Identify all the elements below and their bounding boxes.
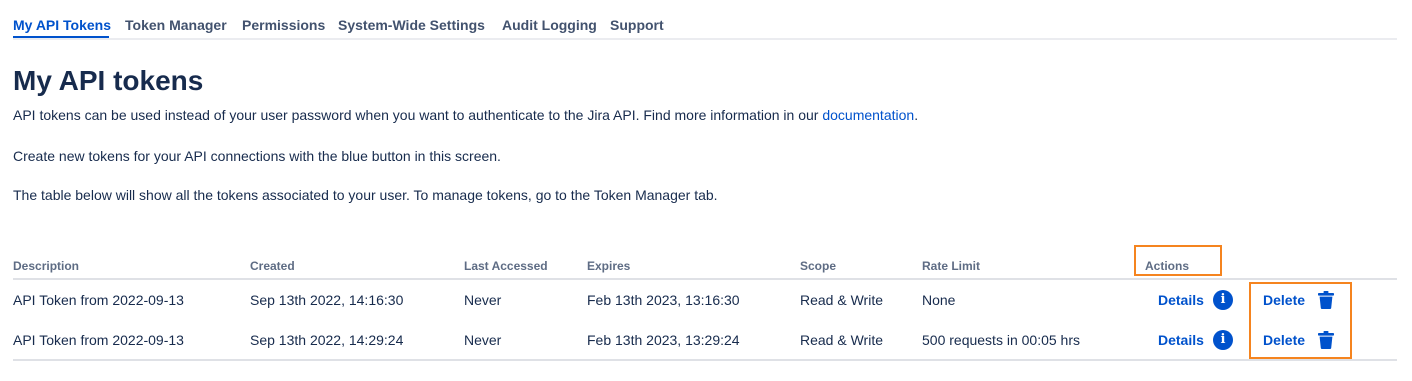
header-expires: Expires <box>587 259 631 273</box>
cell-created: Sep 13th 2022, 14:16:30 <box>250 292 404 308</box>
actions-header-highlight <box>1134 245 1222 276</box>
header-rate-limit: Rate Limit <box>922 259 981 273</box>
cell-expires: Feb 13th 2023, 13:29:24 <box>587 332 740 348</box>
intro-paragraph: API tokens can be used instead of your u… <box>13 106 918 124</box>
cell-rate-limit: 500 requests in 00:05 hrs <box>922 332 1080 348</box>
tab-audit-logging[interactable]: Audit Logging <box>502 16 597 34</box>
delete-column-highlight <box>1249 282 1352 359</box>
tab-token-manager[interactable]: Token Manager <box>125 16 227 34</box>
header-last-accessed: Last Accessed <box>464 259 548 273</box>
cell-rate-limit: None <box>922 292 956 308</box>
tab-system-wide-settings[interactable]: System-Wide Settings <box>338 16 485 34</box>
info-icon[interactable]: i <box>1213 330 1233 350</box>
header-created: Created <box>250 259 295 273</box>
cell-expires: Feb 13th 2023, 13:16:30 <box>587 292 740 308</box>
table-info-paragraph: The table below will show all the tokens… <box>13 187 718 203</box>
cell-last-accessed: Never <box>464 332 502 348</box>
details-button[interactable]: Details <box>1158 331 1204 349</box>
cell-scope: Read & Write <box>800 332 883 348</box>
tab-bar: My API Tokens Token Manager Permissions … <box>13 0 1397 40</box>
cell-scope: Read & Write <box>800 292 883 308</box>
active-tab-indicator <box>13 36 109 38</box>
tab-my-api-tokens[interactable]: My API Tokens <box>13 16 111 34</box>
tab-permissions[interactable]: Permissions <box>242 16 325 34</box>
table-bottom-divider <box>13 359 1397 361</box>
page-title: My API tokens <box>13 65 204 96</box>
details-button[interactable]: Details <box>1158 291 1204 309</box>
cell-last-accessed: Never <box>464 292 502 308</box>
documentation-link[interactable]: documentation <box>822 107 914 123</box>
tab-support[interactable]: Support <box>610 16 664 34</box>
info-icon[interactable]: i <box>1213 290 1233 310</box>
cell-created: Sep 13th 2022, 14:29:24 <box>250 332 404 348</box>
header-scope: Scope <box>800 259 837 273</box>
cell-description: API Token from 2022-09-13 <box>13 292 184 308</box>
intro-text-end: . <box>914 107 919 123</box>
header-description: Description <box>13 259 80 273</box>
intro-text: API tokens can be used instead of your u… <box>13 107 823 123</box>
create-tokens-paragraph: Create new tokens for your API connectio… <box>13 148 501 164</box>
cell-description: API Token from 2022-09-13 <box>13 332 184 348</box>
header-divider <box>13 278 1397 280</box>
